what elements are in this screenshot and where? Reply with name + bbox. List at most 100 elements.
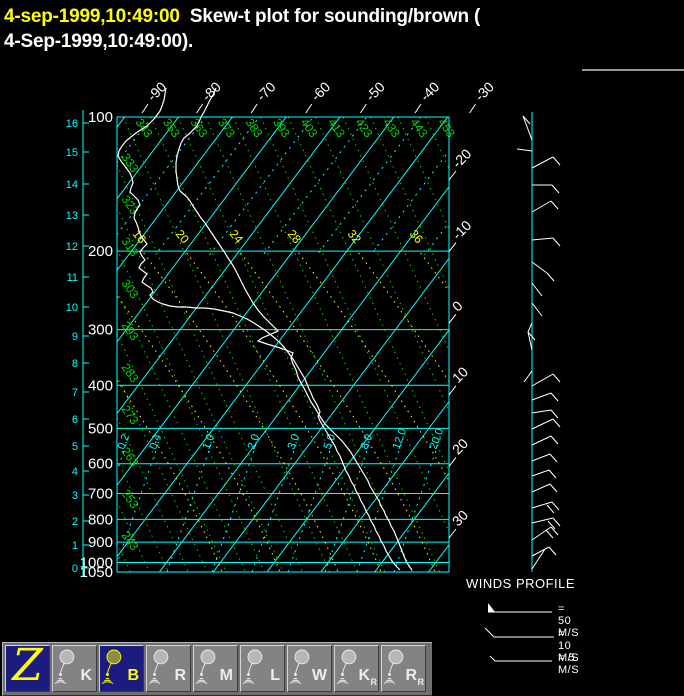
balloon-icon (195, 648, 219, 688)
winds-profile-legend: WINDS PROFILE = 50 M/S = 10 M/S = 5 M/S (466, 576, 682, 672)
dry-adiabat-label: 423 (353, 116, 376, 141)
height-tick-label: 15 (66, 147, 78, 159)
height-tick-label: 4 (72, 466, 78, 478)
isotherm-tick (306, 104, 312, 113)
button-letter: B (127, 668, 139, 684)
dry-adiabat-label: 323 (119, 193, 142, 218)
isotherm-tick (197, 104, 203, 113)
legend-label-5ms: = 5 M/S (558, 652, 579, 676)
isotherm-top-label: -40 (417, 78, 443, 104)
pressure-tick-label: 1050 (80, 564, 113, 581)
moist-adiabat-label: 32 (345, 227, 365, 246)
isotherm-right-label: -20 (449, 145, 475, 171)
dry-adiabat-label: 403 (298, 116, 321, 141)
isotherm-tick (449, 243, 456, 252)
balloon-icon (242, 648, 266, 688)
isotherm-tick (449, 386, 456, 395)
mixing-ratio-label: 12.0 (391, 427, 410, 451)
dry-adiabat-label: 293 (119, 319, 142, 344)
dry-adiabat-label: 453 (435, 116, 458, 141)
toolbar-button-b[interactable]: B (99, 645, 144, 692)
moist-adiabat-label: 36 (407, 227, 427, 246)
dry-adiabat-label: 253 (119, 487, 142, 512)
balloon-icon (101, 648, 125, 688)
toolbar-button-r[interactable]: R (146, 645, 191, 692)
button-letter: R (405, 668, 417, 684)
toolbar-button-m[interactable]: M (193, 645, 238, 692)
height-tick-label: 1 (72, 540, 78, 552)
dry-adiabat-label: 433 (380, 116, 403, 141)
sounding-traces (118, 88, 412, 570)
toolbar: Z K B (2, 642, 432, 696)
toolbar-button-kr[interactable]: K R (334, 645, 379, 692)
balloon-icon (148, 648, 172, 688)
toolbar-button-k[interactable]: K (52, 645, 97, 692)
button-subscript: R (418, 678, 425, 687)
isotherm-top-label: -80 (198, 78, 224, 104)
isotherm-top-label: -30 (471, 78, 497, 104)
button-letter: M (220, 668, 233, 684)
isotherm-top-label: -50 (362, 78, 388, 104)
dry-adiabat-label: 443 (408, 116, 431, 141)
dry-adiabat-label: 383 (243, 116, 266, 141)
moist-adiabat-label: 28 (285, 227, 305, 246)
toolbar-button-z[interactable]: Z (5, 645, 50, 692)
height-tick-label: 13 (66, 210, 78, 222)
toolbar-button-w[interactable]: W (287, 645, 332, 692)
dry-adiabat-label: 413 (325, 116, 348, 141)
height-tick-label: 7 (72, 387, 78, 399)
toolbar-button-l[interactable]: L (240, 645, 285, 692)
mixing-ratio-label: 0.4 (148, 433, 165, 451)
z-logo-icon: Z (6, 642, 49, 690)
height-tick-label: 10 (66, 302, 78, 314)
button-letter: L (270, 668, 280, 684)
button-letter: K (358, 668, 370, 684)
pressure-tick-label: 100 (88, 109, 113, 126)
button-letter: K (80, 668, 92, 684)
pressure-tick-label: 200 (88, 243, 113, 260)
height-tick-label: 12 (66, 241, 78, 253)
isotherm-top-label: -70 (253, 78, 279, 104)
app-window: 4-sep-1999,10:49:00 Skew-t plot for soun… (0, 0, 684, 696)
height-tick-label: 0 (72, 563, 78, 575)
pressure-tick-label: 700 (88, 486, 113, 503)
wind-barbs (517, 116, 560, 569)
height-axis (83, 110, 89, 577)
height-tick-label: 3 (72, 490, 78, 502)
pressure-tick-label: 300 (88, 322, 113, 339)
pressure-tick-label: 900 (88, 534, 113, 551)
isotherm-tick (449, 457, 456, 466)
plot-frame (117, 117, 449, 572)
height-tick-label: 8 (72, 358, 78, 370)
dry-adiabat-label: 303 (119, 277, 142, 302)
pressure-tick-label: 600 (88, 456, 113, 473)
balloon-icon (289, 648, 313, 688)
isotherm-tick (415, 104, 421, 113)
isotherm-tick (470, 104, 476, 113)
pressure-tick-label: 500 (88, 420, 113, 437)
toolbar-button-rr[interactable]: R R (381, 645, 426, 692)
full-barb-icon (482, 626, 560, 642)
isotherm-tick (449, 171, 456, 180)
mixing-ratio-label: 1.0 (201, 433, 218, 451)
moist-adiabat-label: 20 (173, 227, 193, 246)
balloon-icon (383, 648, 407, 688)
dry-adiabat-lines (117, 117, 636, 580)
moist-adiabat-label: 24 (227, 227, 247, 246)
button-letter: R (174, 668, 186, 684)
isotherm-tick (360, 104, 366, 113)
mixing-ratio-label: 20.0 (428, 427, 447, 451)
isotherm-right-label: 0 (449, 297, 466, 314)
height-tick-label: 16 (66, 118, 78, 130)
mixing-ratio-label: 3.0 (286, 433, 303, 451)
mixing-ratio-label: 8.0 (359, 433, 376, 451)
button-letter: W (312, 668, 327, 684)
isotherm-right-label: 30 (449, 507, 471, 529)
isotherm-right-label: 20 (449, 435, 471, 457)
half-barb-icon (482, 650, 560, 666)
mixing-ratio-label: 2.0 (246, 433, 263, 451)
flag-barb-icon (482, 601, 560, 617)
dewpoint-trace (118, 88, 400, 570)
height-tick-label: 14 (66, 179, 78, 191)
isotherm-tick (449, 314, 456, 323)
